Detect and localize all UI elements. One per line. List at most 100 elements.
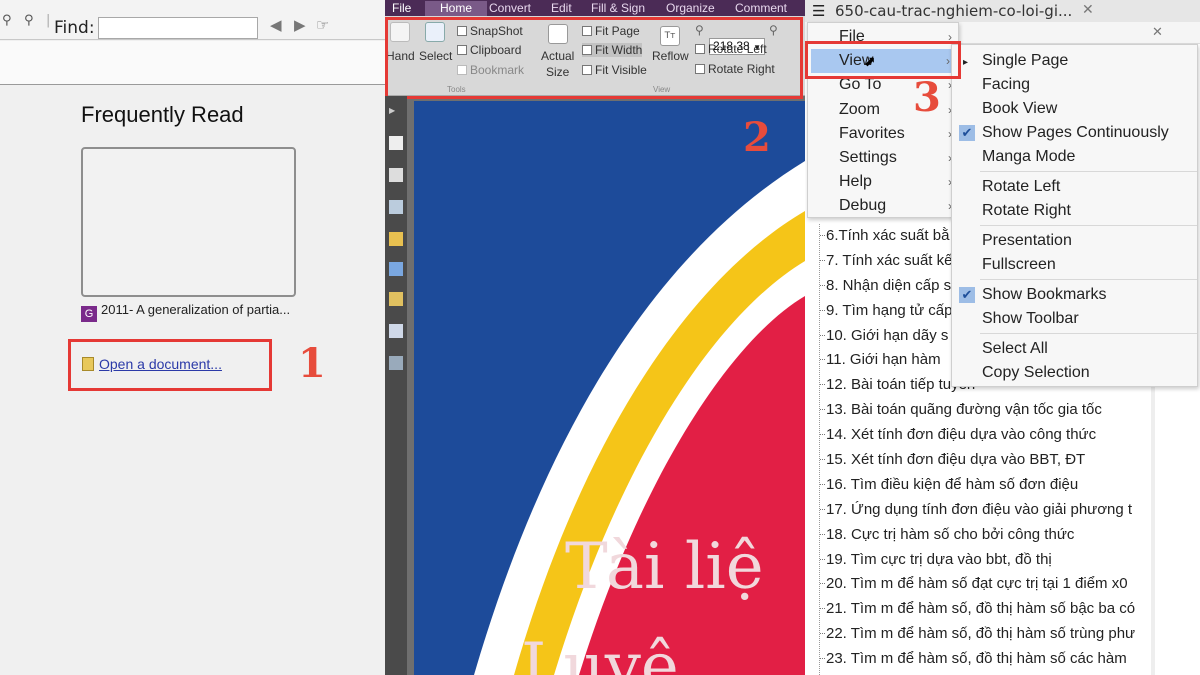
find-next-icon[interactable]: ▶	[294, 16, 306, 34]
view-item-presentation[interactable]: Presentation	[952, 229, 1197, 253]
find-input[interactable]	[98, 17, 258, 39]
menu-item-favorites[interactable]: Favorites ›	[808, 122, 958, 146]
menu-separator	[980, 171, 1197, 172]
menu-item-settings[interactable]: Settings ›	[808, 146, 958, 170]
tab-fill-sign[interactable]: Fill & Sign	[591, 1, 645, 15]
expand-sidebar-icon[interactable]: ▶	[389, 106, 403, 120]
view-item-fullscreen[interactable]: Fullscreen	[952, 253, 1197, 277]
view-item-show-bookmarks[interactable]: ✔ Show Bookmarks	[952, 283, 1197, 307]
close-tab-icon[interactable]: ✕	[1082, 2, 1094, 18]
foxit-file-icon: G	[81, 306, 97, 322]
tab-convert[interactable]: Convert	[489, 1, 531, 15]
toc-scrollbar[interactable]	[1151, 386, 1155, 675]
frequently-read-title: Frequently Read	[81, 102, 244, 127]
find-previous-icon[interactable]: ◀	[270, 16, 282, 34]
window-tab-bar: ☰ 650-cau-trac-nghiem-co-loi-gi... ✕	[805, 0, 1200, 22]
view-item-manga-mode[interactable]: Manga Mode	[952, 145, 1197, 169]
tab-file[interactable]: File	[392, 1, 411, 15]
start-page-panel: ⚲ ⚲ | Find: ◀ ▶ ☞ Frequently Read G 2011-…	[0, 0, 385, 675]
signature-icon[interactable]	[389, 356, 403, 370]
menu-item-help[interactable]: Help ›	[808, 170, 958, 194]
bookmark-item[interactable]: 22. Tìm m để hàm số, đồ thị hàm số trùng…	[820, 622, 1155, 647]
bookmark-item[interactable]: 13. Bài toán quãng đường vận tốc gia tốc	[820, 398, 1155, 423]
radio-bullet-icon: ▸	[963, 57, 969, 68]
view-item-label: Fullscreen	[982, 256, 1056, 273]
tab-organize[interactable]: Organize	[666, 1, 715, 15]
view-item-label: Show Toolbar	[982, 310, 1079, 327]
form-icon[interactable]	[389, 324, 403, 338]
menu-item-debug[interactable]: Debug ›	[808, 194, 958, 218]
view-item-label: Facing	[982, 76, 1031, 93]
tab-comment[interactable]: Comment	[735, 1, 787, 15]
bookmark-item[interactable]: 21. Tìm m để hàm số, đồ thị hàm số bậc b…	[820, 597, 1155, 622]
step-number-3: 3	[913, 74, 941, 121]
view-item-label: Manga Mode	[982, 148, 1076, 165]
lock-icon[interactable]	[389, 292, 403, 306]
view-item-rotate-right[interactable]: Rotate Right	[952, 199, 1197, 223]
view-item-label: Single Page	[982, 52, 1069, 69]
menu-item-label: Favorites	[839, 124, 905, 142]
document-tab-title[interactable]: 650-cau-trac-nghiem-co-loi-gi...	[835, 2, 1072, 20]
checkmark-icon: ✔	[959, 125, 975, 141]
highlight-box-2	[385, 17, 803, 99]
tab-edit[interactable]: Edit	[551, 1, 572, 15]
search-icon[interactable]: ⚲	[2, 14, 16, 28]
checkmark-icon: ✔	[959, 287, 975, 303]
cover-title-line-2: Luyệ	[521, 630, 679, 675]
view-item-show-toolbar[interactable]: Show Toolbar	[952, 307, 1197, 331]
menu-item-label: Help	[839, 173, 872, 191]
tab-home[interactable]: Home	[425, 1, 487, 16]
cover-title-line-1: Tài liệ	[565, 530, 764, 604]
view-item-show-pages-continuously[interactable]: ✔ Show Pages Continuously	[952, 121, 1197, 145]
find-options-icon[interactable]: ☞	[316, 16, 329, 34]
recent-document-item[interactable]: G 2011- A generalization of partia...	[81, 302, 290, 322]
view-item-single-page[interactable]: ▸ Single Page	[952, 49, 1197, 73]
hamburger-menu-icon[interactable]: ☰	[812, 2, 825, 20]
comments-icon[interactable]	[389, 232, 403, 246]
view-item-label: Show Pages Continuously	[982, 124, 1169, 141]
bookmark-item[interactable]: 15. Xét tính đơn điệu dựa vào BBT, ĐT	[820, 448, 1155, 473]
menu-item-label: Settings	[839, 149, 897, 166]
close-sidebar-icon[interactable]: ✕	[1152, 25, 1163, 40]
bookmark-item[interactable]: 17. Ứng dụng tính đơn điệu vào giải phươ…	[820, 498, 1155, 523]
highlight-box-1	[68, 339, 272, 391]
ribbon-tabs: File Home Convert Edit Fill & Sign Organ…	[385, 0, 805, 16]
navigation-sidebar: ▶	[385, 96, 407, 675]
bookmark-item[interactable]: 20. Tìm m để hàm số đạt cực trị tại 1 đi…	[820, 572, 1155, 597]
bookmark-item[interactable]: 14. Xét tính đơn điệu dựa vào công thức	[820, 423, 1155, 448]
sumatra-reader-panel: ☰ 650-cau-trac-nghiem-co-loi-gi... ✕ ✕ 6…	[805, 0, 1200, 675]
view-item-rotate-left[interactable]: Rotate Left	[952, 175, 1197, 199]
pages-icon[interactable]	[389, 136, 403, 150]
view-item-book-view[interactable]: Book View	[952, 97, 1197, 121]
view-item-label: Rotate Left	[982, 178, 1061, 195]
search-next-icon[interactable]: ⚲	[24, 14, 38, 28]
view-submenu: ▸ Single Page Facing Book View ✔ Show Pages C…	[951, 44, 1198, 387]
toolbar-strip	[0, 41, 385, 85]
menu-separator	[980, 279, 1197, 280]
view-item-label: Book View	[982, 100, 1058, 117]
attachment-icon[interactable]	[389, 262, 403, 276]
view-item-facing[interactable]: Facing	[952, 73, 1197, 97]
step-number-2: 2	[743, 114, 771, 161]
view-item-label: Select All	[982, 340, 1048, 357]
menu-item-label: Zoom	[839, 100, 880, 118]
find-label: Find:	[54, 18, 95, 38]
find-toolbar: ⚲ ⚲ | Find: ◀ ▶ ☞	[0, 0, 385, 40]
menu-separator	[980, 333, 1197, 334]
bookmark-item[interactable]: 16. Tìm điều kiện để hàm số đơn điệu	[820, 473, 1155, 498]
foxit-reader-panel: File Home Convert Edit Fill & Sign Organ…	[385, 0, 805, 675]
bookmarks-icon[interactable]	[389, 168, 403, 182]
recent-document-thumbnail[interactable]	[81, 147, 296, 297]
layers-icon[interactable]	[389, 200, 403, 214]
bookmark-item[interactable]: 23. Tìm m để hàm số, đồ thị hàm số các h…	[820, 647, 1155, 672]
view-item-copy-selection[interactable]: Copy Selection	[952, 361, 1197, 385]
bookmark-item[interactable]: 18. Cực trị hàm số cho bởi công thức	[820, 523, 1155, 548]
view-item-select-all[interactable]: Select All	[952, 337, 1197, 361]
recent-document-name: 2011- A generalization of partia...	[101, 302, 291, 317]
view-item-label: Copy Selection	[982, 364, 1090, 381]
menu-item-label: Debug	[839, 197, 887, 215]
view-item-label: Rotate Right	[982, 202, 1071, 219]
step-number-1: 1	[298, 340, 326, 387]
bookmark-item[interactable]: 19. Tìm cực trị dựa vào bbt, đồ thị	[820, 548, 1155, 573]
mouse-pointer-icon: ⬈	[864, 54, 876, 70]
